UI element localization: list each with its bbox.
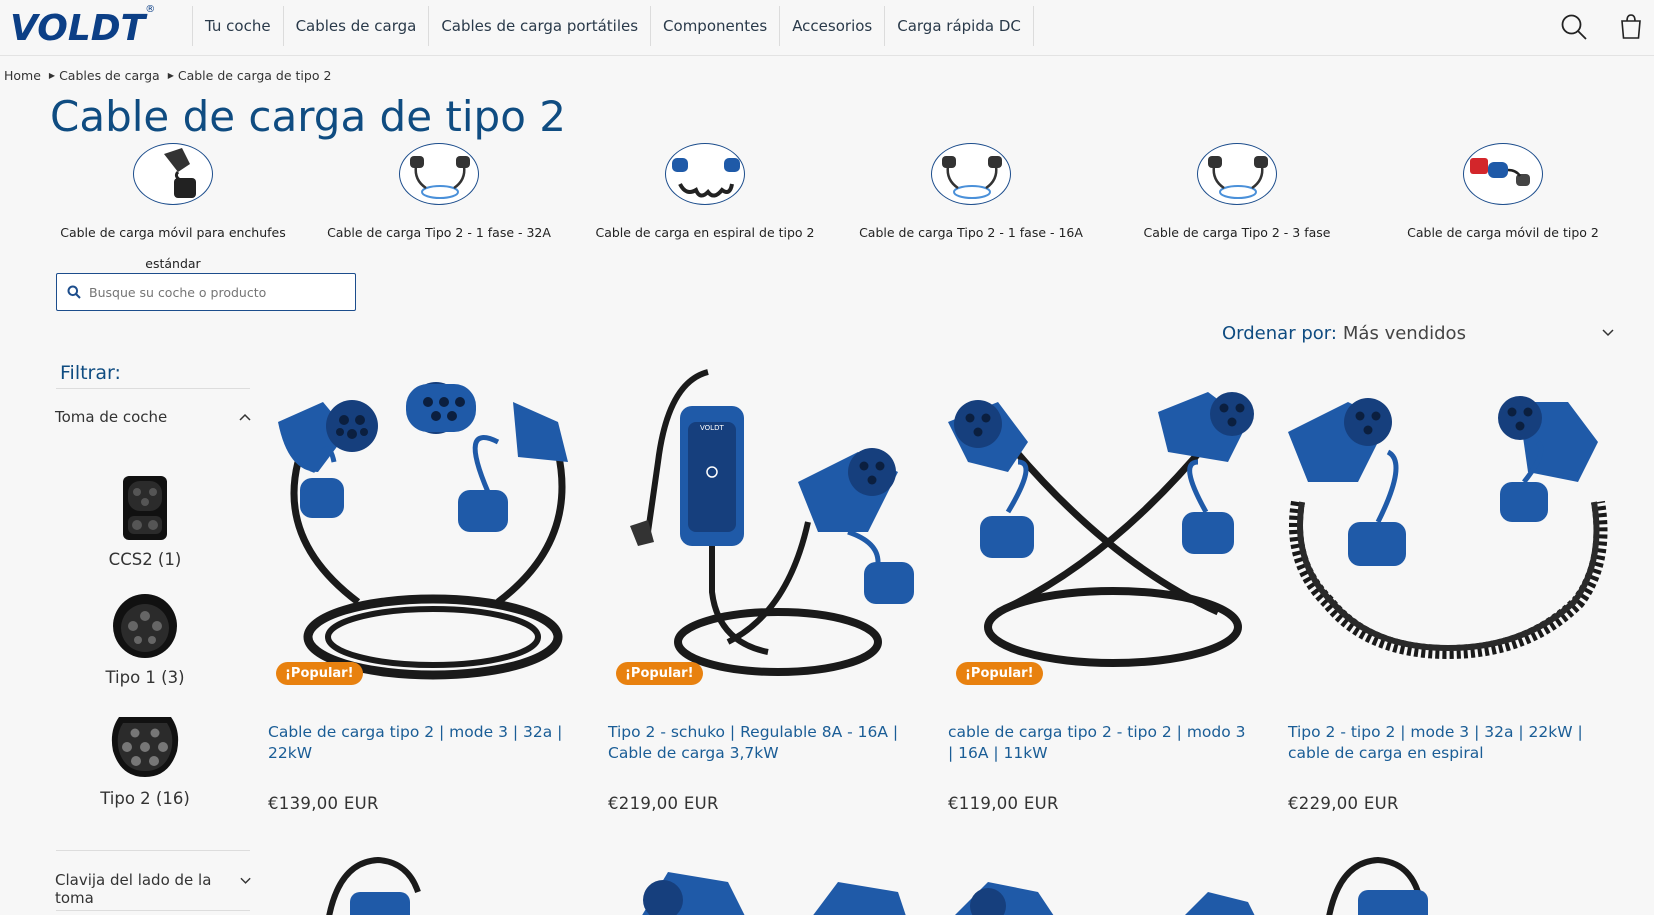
nav-componentes[interactable]: Componentes [650, 6, 779, 46]
page-title: Cable de carga de tipo 2 [50, 92, 566, 141]
category-label: Cable de carga Tipo 2 - 1 fase - 16A [859, 225, 1083, 240]
category-link[interactable]: Cable de carga Tipo 2 - 3 fase [1104, 143, 1370, 248]
schuko-plug-thumbnail [133, 143, 213, 205]
sort-select[interactable]: Ordenar por: Más vendidos [1222, 323, 1614, 344]
filter-option-tipo2[interactable]: Tipo 2 (16) [80, 711, 210, 808]
nav-cables-de-carga[interactable]: Cables de carga [282, 6, 429, 46]
facet-label: Clavija del lado de la toma [55, 871, 212, 907]
search-icon [67, 285, 81, 299]
filter-option-label: Tipo 1 (3) [105, 668, 185, 687]
cee-plug-thumbnail [1463, 143, 1543, 205]
category-link[interactable]: Cable de carga móvil de tipo 2 [1370, 143, 1636, 248]
divider [56, 388, 250, 389]
sort-value: Más vendidos [1342, 323, 1466, 344]
popular-badge: ¡Popular! [276, 662, 363, 685]
site-header: VOLDT ® Tu coche Cables de carga Cables … [0, 0, 1654, 56]
product-card[interactable]: ¡Popular! cable de carga tipo 2 - tipo 2… [948, 362, 1268, 813]
divider [56, 910, 250, 911]
breadcrumb-cables[interactable]: Cables de carga [59, 68, 160, 83]
facet-label: Toma de coche [55, 408, 168, 426]
category-link[interactable]: Cable de carga Tipo 2 - 1 fase - 16A [838, 143, 1104, 248]
chevron-up-icon [239, 413, 251, 421]
category-label: Cable de carga móvil de tipo 2 [1407, 225, 1599, 240]
product-price: €139,00 EUR [268, 794, 379, 813]
product-card[interactable] [268, 852, 588, 915]
nav-cables-portatiles[interactable]: Cables de carga portátiles [428, 6, 650, 46]
category-label: Cable de carga móvil para enchufes están… [60, 225, 286, 271]
registered-mark: ® [145, 4, 156, 15]
divider [56, 850, 250, 851]
breadcrumb: Home ▶ Cables de carga ▶ Cable de carga … [4, 68, 331, 83]
product-card[interactable] [608, 852, 928, 915]
product-card[interactable] [948, 852, 1268, 915]
breadcrumb-current: Cable de carga de tipo 2 [177, 68, 332, 83]
search-box[interactable] [56, 273, 356, 311]
product-image: VOLDT ¡Popular! [608, 362, 928, 692]
type2-socket-icon [111, 717, 179, 777]
product-card[interactable]: VOLDT ¡Popular! Tipo 2 - schuko | Regula… [608, 362, 928, 813]
search-icon[interactable] [1559, 12, 1589, 42]
type2-cable-thumbnail [1197, 143, 1277, 205]
logo[interactable]: VOLDT ® [10, 4, 155, 50]
category-label: Cable de carga Tipo 2 - 3 fase [1143, 225, 1331, 240]
product-image [326, 856, 421, 915]
cart-icon[interactable] [1616, 12, 1646, 42]
product-title[interactable]: Tipo 2 - schuko | Regulable 8A - 16A | C… [608, 722, 908, 764]
filter-option-ccs2[interactable]: CCS2 (1) [80, 474, 210, 569]
product-title[interactable]: Tipo 2 - tipo 2 | mode 3 | 32a | 22kW | … [1288, 722, 1588, 764]
product-card[interactable]: Tipo 2 - tipo 2 | mode 3 | 32a | 22kW | … [1288, 362, 1608, 813]
logo-text: VOLDT [10, 7, 146, 49]
filter-option-label: CCS2 (1) [108, 550, 182, 569]
main-nav: Tu coche Cables de carga Cables de carga… [192, 6, 1034, 50]
facet-clavija[interactable]: Clavija del lado de la toma [55, 871, 251, 907]
ccs2-socket-icon [123, 476, 167, 540]
category-link[interactable]: Cable de carga en espiral de tipo 2 [572, 143, 838, 248]
spiral-cable-thumbnail [665, 143, 745, 205]
product-price: €119,00 EUR [948, 794, 1059, 813]
category-link[interactable]: Cable de carga Tipo 2 - 1 fase - 32A [306, 143, 572, 248]
filter-option-tipo1[interactable]: Tipo 1 (3) [80, 592, 210, 687]
search-input[interactable] [89, 284, 339, 300]
product-image [1326, 856, 1428, 915]
chevron-right-icon: ▶ [48, 71, 56, 80]
nav-tu-coche[interactable]: Tu coche [192, 6, 283, 46]
popular-badge: ¡Popular! [956, 662, 1043, 685]
category-links: Cable de carga móvil para enchufes están… [40, 143, 1620, 273]
chevron-down-icon [240, 877, 251, 884]
product-title[interactable]: Cable de carga tipo 2 | mode 3 | 32a | 2… [268, 722, 568, 764]
product-price: €219,00 EUR [608, 794, 719, 813]
type1-socket-icon [113, 594, 177, 658]
nav-carga-rapida-dc[interactable]: Carga rápida DC [884, 6, 1034, 46]
svg-text:VOLDT: VOLDT [700, 424, 724, 432]
sort-label: Ordenar por: [1222, 323, 1337, 344]
product-card[interactable]: ¡Popular! Cable de carga tipo 2 | mode 3… [268, 362, 588, 813]
type2-cable-thumbnail [931, 143, 1011, 205]
chevron-down-icon [1602, 329, 1614, 337]
nav-accesorios[interactable]: Accesorios [779, 6, 884, 46]
category-label: Cable de carga Tipo 2 - 1 fase - 32A [327, 225, 551, 240]
product-image [642, 872, 906, 915]
product-image: ¡Popular! [268, 362, 588, 692]
filter-option-label: Tipo 2 (16) [100, 789, 190, 808]
product-title[interactable]: cable de carga tipo 2 - tipo 2 | modo 3 … [948, 722, 1248, 764]
product-image [955, 882, 1255, 915]
product-price: €229,00 EUR [1288, 794, 1399, 813]
category-link[interactable]: Cable de carga móvil para enchufes están… [40, 143, 306, 279]
product-card[interactable] [1288, 852, 1608, 915]
category-label: Cable de carga en espiral de tipo 2 [595, 225, 815, 240]
product-image [1288, 362, 1608, 692]
page: VOLDT ® Tu coche Cables de carga Cables … [0, 0, 1654, 915]
type2-cable-thumbnail [399, 143, 479, 205]
product-image: ¡Popular! [948, 362, 1268, 692]
filter-title: Filtrar: [60, 362, 121, 384]
chevron-right-icon: ▶ [167, 71, 174, 80]
popular-badge: ¡Popular! [616, 662, 703, 685]
breadcrumb-home[interactable]: Home [4, 68, 41, 83]
facet-toma-de-coche[interactable]: Toma de coche [55, 408, 251, 426]
